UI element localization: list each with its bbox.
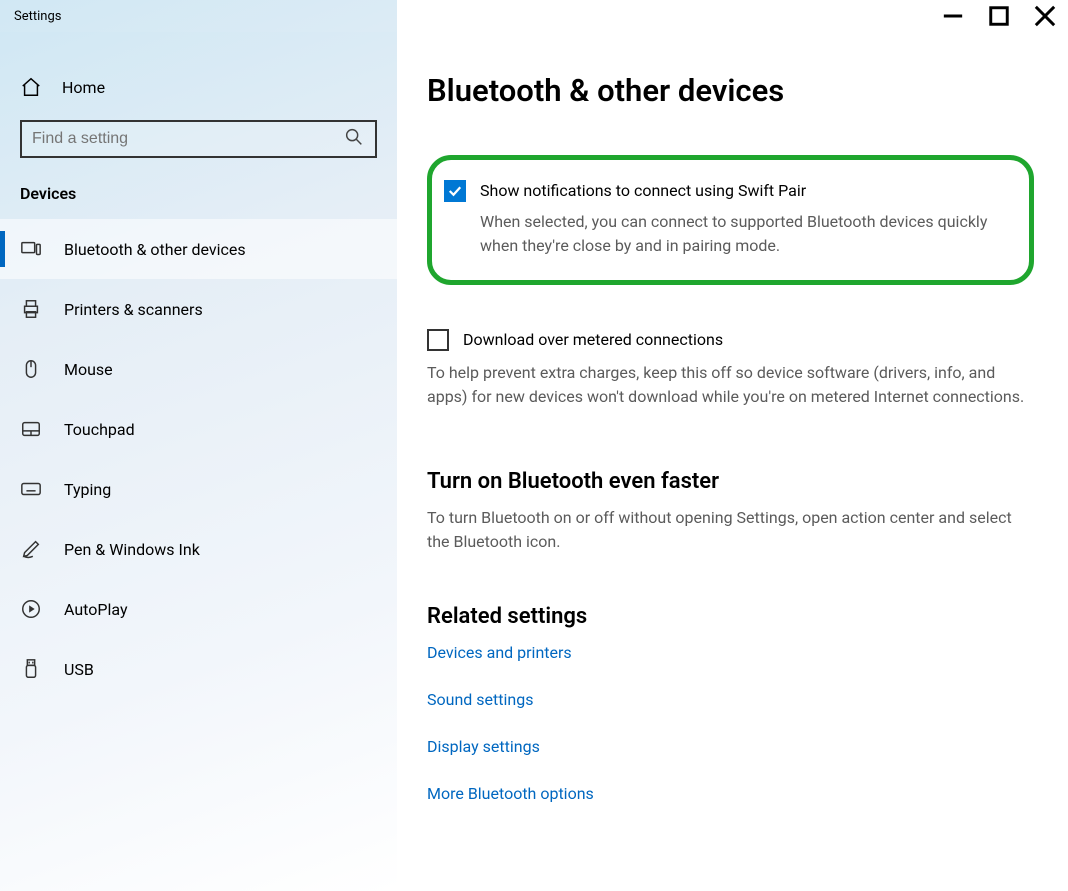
swift-pair-callout: Show notifications to connect using Swif… bbox=[427, 155, 1034, 285]
usb-icon bbox=[20, 658, 48, 680]
touchpad-icon bbox=[20, 418, 48, 440]
titlebar: Settings bbox=[0, 0, 1068, 32]
home-label: Home bbox=[62, 78, 105, 97]
mouse-icon bbox=[20, 358, 48, 380]
search-icon bbox=[343, 126, 365, 152]
window-title: Settings bbox=[14, 9, 61, 24]
minimize-button[interactable] bbox=[930, 0, 976, 32]
page-title: Bluetooth & other devices bbox=[427, 72, 1034, 109]
related-link-display[interactable]: Display settings bbox=[427, 737, 1034, 756]
sidebar-item-mouse[interactable]: Mouse bbox=[0, 339, 397, 399]
sidebar-item-pen[interactable]: Pen & Windows Ink bbox=[0, 519, 397, 579]
related-link-bluetooth-options[interactable]: More Bluetooth options bbox=[427, 784, 1034, 803]
related-link-sound[interactable]: Sound settings bbox=[427, 690, 1034, 709]
faster-section: Turn on Bluetooth even faster To turn Bl… bbox=[427, 469, 1034, 554]
sidebar-item-label: Bluetooth & other devices bbox=[64, 240, 246, 259]
home-row[interactable]: Home bbox=[0, 68, 397, 114]
search-box[interactable] bbox=[20, 120, 377, 158]
home-icon bbox=[20, 76, 48, 98]
sidebar-item-bluetooth[interactable]: Bluetooth & other devices bbox=[0, 219, 397, 279]
faster-description: To turn Bluetooth on or off without open… bbox=[427, 506, 1034, 554]
sidebar-item-label: Touchpad bbox=[64, 420, 135, 439]
sidebar-item-printers[interactable]: Printers & scanners bbox=[0, 279, 397, 339]
sidebar-item-label: USB bbox=[64, 660, 94, 679]
sidebar-item-label: Mouse bbox=[64, 360, 113, 379]
pen-icon bbox=[20, 538, 48, 560]
related-link-devices-printers[interactable]: Devices and printers bbox=[427, 643, 1034, 662]
sidebar-item-label: Pen & Windows Ink bbox=[64, 540, 200, 559]
metered-label: Download over metered connections bbox=[463, 329, 1034, 349]
swift-pair-checkbox[interactable] bbox=[444, 180, 466, 202]
sidebar-item-touchpad[interactable]: Touchpad bbox=[0, 399, 397, 459]
related-section: Related settings Devices and printers So… bbox=[427, 604, 1034, 803]
sidebar-item-label: Typing bbox=[64, 480, 111, 499]
related-heading: Related settings bbox=[427, 604, 1034, 629]
devices-icon bbox=[20, 238, 48, 260]
autoplay-icon bbox=[20, 598, 48, 620]
close-button[interactable] bbox=[1022, 0, 1068, 32]
swift-pair-label: Show notifications to connect using Swif… bbox=[480, 180, 1009, 200]
keyboard-icon bbox=[20, 478, 48, 500]
sidebar-item-label: Printers & scanners bbox=[64, 300, 203, 319]
sidebar-item-autoplay[interactable]: AutoPlay bbox=[0, 579, 397, 639]
content-area: Bluetooth & other devices Show notificat… bbox=[397, 32, 1068, 891]
sidebar-item-label: AutoPlay bbox=[64, 600, 128, 619]
sidebar: Home Devices Bluetooth & other devices P… bbox=[0, 32, 397, 891]
metered-checkbox[interactable] bbox=[427, 329, 449, 351]
sidebar-item-usb[interactable]: USB bbox=[0, 639, 397, 699]
printer-icon bbox=[20, 298, 48, 320]
faster-heading: Turn on Bluetooth even faster bbox=[427, 469, 1034, 494]
category-label: Devices bbox=[0, 178, 397, 219]
sidebar-item-typing[interactable]: Typing bbox=[0, 459, 397, 519]
metered-section: Download over metered connections To hel… bbox=[427, 329, 1034, 409]
maximize-button[interactable] bbox=[976, 0, 1022, 32]
swift-pair-description: When selected, you can connect to suppor… bbox=[480, 210, 1009, 258]
metered-description: To help prevent extra charges, keep this… bbox=[427, 361, 1034, 409]
search-input[interactable] bbox=[32, 130, 343, 148]
